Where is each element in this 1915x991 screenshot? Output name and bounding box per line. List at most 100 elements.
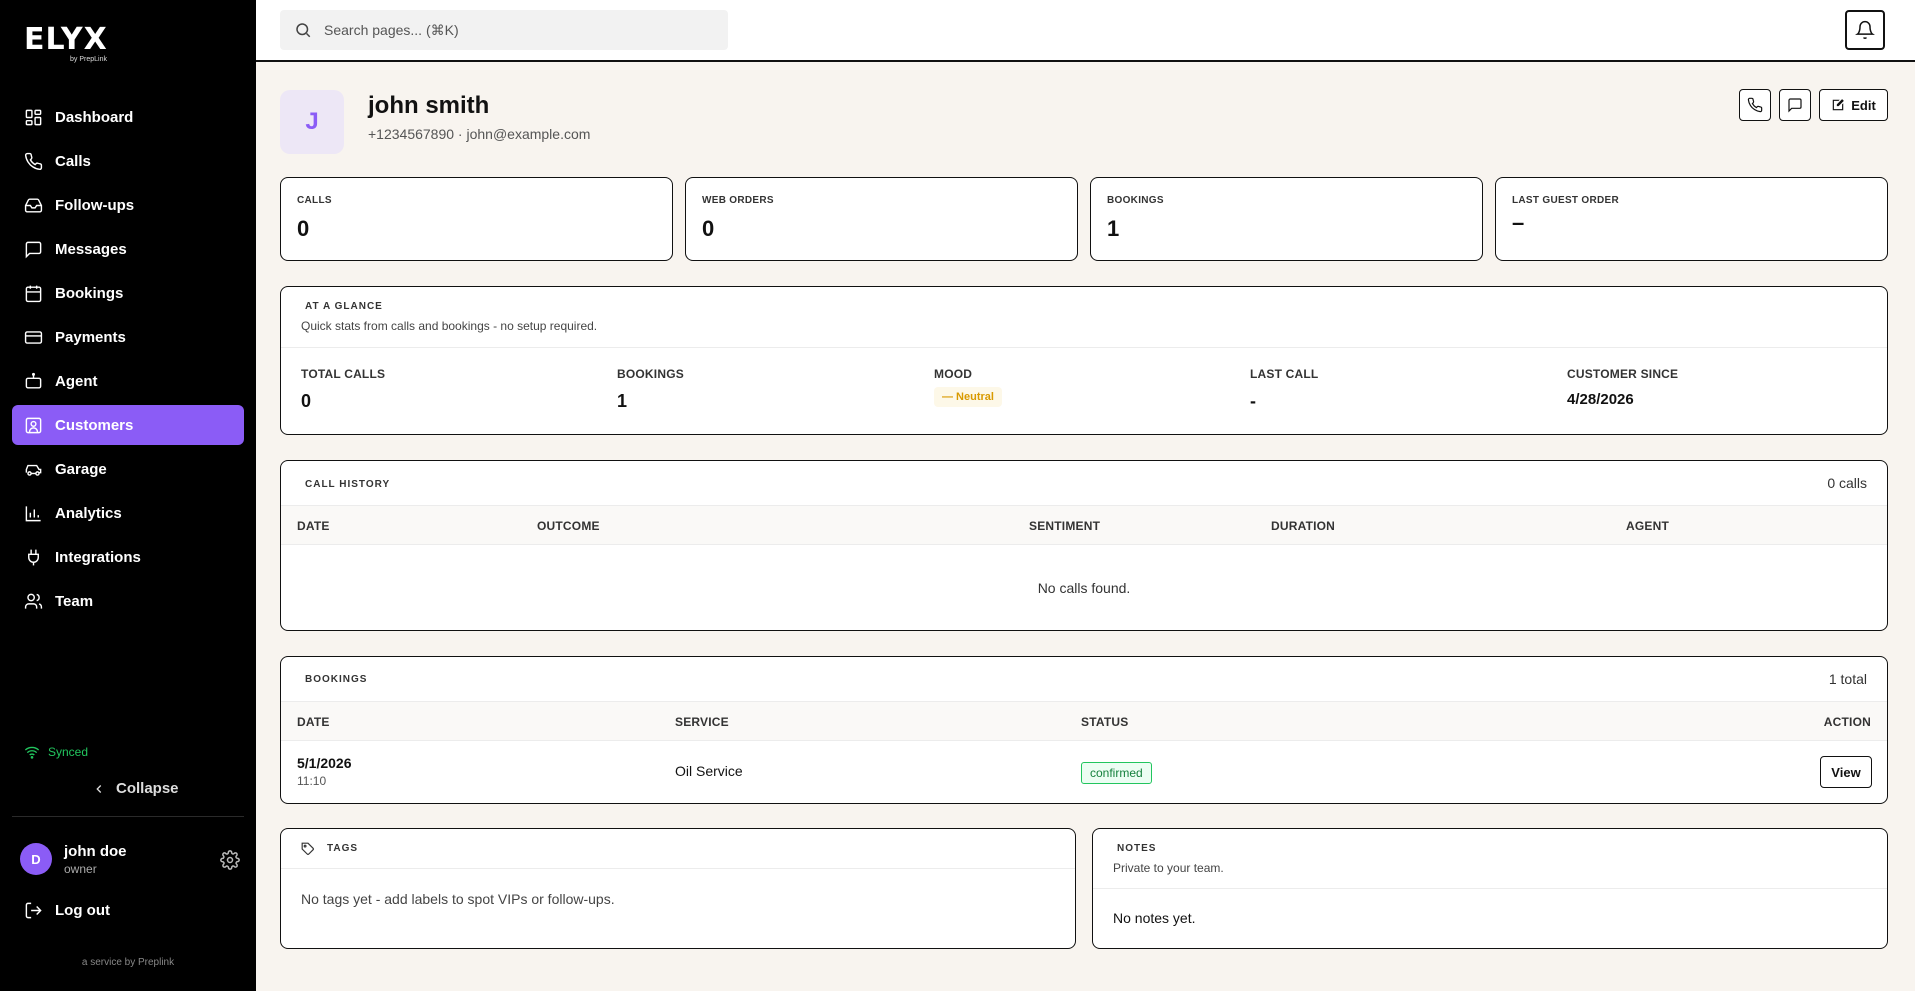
sidebar-item-payments[interactable]: Payments (12, 317, 244, 357)
sidebar-item-label: Integrations (55, 548, 141, 566)
sidebar-item-team[interactable]: Team (12, 581, 244, 621)
table-header: DATE OUTCOME SENTIMENT DURATION AGENT (281, 505, 1887, 545)
edit-label: Edit (1851, 97, 1876, 113)
column-header[interactable]: SERVICE (675, 715, 729, 729)
empty-state: No notes yet. (1113, 910, 1196, 926)
column-header[interactable]: AGENT (1626, 519, 1669, 533)
logout-icon (25, 902, 42, 919)
call-count: 0 calls (1827, 475, 1867, 491)
sidebar-item-messages[interactable]: Messages (12, 229, 244, 269)
stat-card-calls: CALLS 0 (280, 177, 673, 261)
dashboard-icon (25, 109, 42, 125)
booking-time: 11:10 (297, 774, 327, 788)
customer-avatar: J (280, 90, 344, 154)
service-footer: a service by Preplink (81, 957, 175, 968)
section-title: AT A GLANCE (305, 301, 383, 312)
stat-value: 0 (297, 216, 310, 241)
stat-card-last-guest-order: LAST GUEST ORDER – (1495, 177, 1888, 261)
call-history-card: CALL HISTORY 0 calls DATE OUTCOME SENTIM… (280, 460, 1888, 631)
glance-label: MOOD (934, 367, 973, 381)
sidebar-item-garage[interactable]: Garage (12, 449, 244, 489)
sidebar-item-customers[interactable]: Customers (12, 405, 244, 445)
empty-state: No calls found. (1037, 580, 1131, 596)
column-header[interactable]: DATE (297, 519, 330, 533)
sidebar-item-analytics[interactable]: Analytics (12, 493, 244, 533)
sidebar-item-label: Calls (55, 152, 91, 170)
section-title: BOOKINGS (305, 674, 368, 685)
divider (281, 347, 1887, 348)
booking-date: 5/1/2026 (297, 755, 352, 771)
chevron-left-icon (96, 784, 102, 793)
status-badge: confirmed (1081, 762, 1152, 784)
avatar: D (20, 843, 52, 875)
stat-label: LAST GUEST ORDER (1512, 195, 1620, 206)
glance-label: BOOKINGS (617, 367, 684, 381)
divider (1093, 888, 1887, 889)
page-title: john smith (368, 92, 490, 119)
sidebar-item-bookings[interactable]: Bookings (12, 273, 244, 313)
section-title: TAGS (327, 843, 359, 854)
sidebar-item-calls[interactable]: Calls (12, 141, 244, 181)
stat-value: – (1512, 210, 1525, 235)
logo-text: ELYX (24, 22, 108, 57)
call-button[interactable] (1739, 89, 1771, 121)
user-role: owner (64, 862, 97, 876)
inbox-icon (24, 197, 43, 213)
logout-label: Log out (55, 902, 110, 919)
glance-label: TOTAL CALLS (301, 367, 386, 381)
phone-icon (24, 152, 43, 170)
glance-label: LAST CALL (1250, 367, 1319, 381)
stat-card-bookings: BOOKINGS 1 (1090, 177, 1483, 261)
logout-button[interactable]: Log out (24, 901, 110, 920)
divider (281, 868, 1075, 869)
contact-icon (25, 417, 42, 433)
bell-icon (1855, 20, 1875, 40)
collapse-button[interactable]: Collapse (92, 780, 179, 797)
message-icon (1788, 98, 1802, 113)
sidebar-item-dashboard[interactable]: Dashboard (12, 97, 244, 137)
wifi-icon (24, 746, 40, 759)
stat-value: 1 (1107, 216, 1120, 241)
stat-label: BOOKINGS (1107, 195, 1164, 206)
notifications-button[interactable] (1845, 10, 1885, 50)
view-booking-button[interactable]: View (1820, 756, 1872, 788)
sidebar-item-follow-ups[interactable]: Follow-ups (12, 185, 244, 225)
top-bar (256, 0, 1915, 62)
glance-value: 4/28/2026 (1567, 391, 1634, 408)
table-header: DATE SERVICE STATUS ACTION (281, 701, 1887, 741)
stat-label: WEB ORDERS (702, 195, 774, 206)
column-header[interactable]: OUTCOME (537, 519, 600, 533)
sync-status-label: Synced (48, 745, 89, 759)
mood-badge: — Neutral (934, 387, 1002, 407)
search-input[interactable] (324, 22, 704, 38)
message-icon (25, 241, 42, 258)
sidebar-item-label: Bookings (55, 284, 124, 302)
logo-subtext: by PrepLink (70, 56, 107, 63)
glance-value: 1 (617, 391, 628, 411)
sidebar-item-agent[interactable]: Agent (12, 361, 244, 401)
brand-logo[interactable]: ELYX by PrepLink (24, 22, 108, 64)
search-box[interactable] (280, 10, 728, 50)
column-header[interactable]: ACTION (1824, 715, 1871, 729)
sidebar-item-label: Follow-ups (55, 196, 135, 214)
sidebar-item-label: Payments (55, 328, 126, 346)
stat-card-web-orders: WEB ORDERS 0 (685, 177, 1078, 261)
edit-button[interactable]: Edit (1819, 89, 1888, 121)
sidebar-item-integrations[interactable]: Integrations (12, 537, 244, 577)
section-subtitle: Private to your team. (1113, 861, 1224, 875)
message-button[interactable] (1779, 89, 1811, 121)
sidebar-item-label: Analytics (55, 504, 122, 522)
user-profile[interactable]: D john doe owner (20, 843, 240, 877)
column-header[interactable]: DURATION (1271, 519, 1335, 533)
users-icon (24, 593, 43, 609)
column-header[interactable]: STATUS (1081, 715, 1128, 729)
column-header[interactable]: DATE (297, 715, 330, 729)
column-header[interactable]: SENTIMENT (1029, 519, 1100, 533)
customer-contact: +1234567890 · john@example.com (368, 126, 591, 142)
gear-icon[interactable] (220, 850, 240, 870)
tag-icon (301, 842, 314, 855)
bot-icon (25, 372, 42, 389)
user-name: john doe (64, 843, 127, 860)
notes-card: NOTES Private to your team. No notes yet… (1092, 828, 1888, 949)
calendar-icon (25, 285, 42, 302)
